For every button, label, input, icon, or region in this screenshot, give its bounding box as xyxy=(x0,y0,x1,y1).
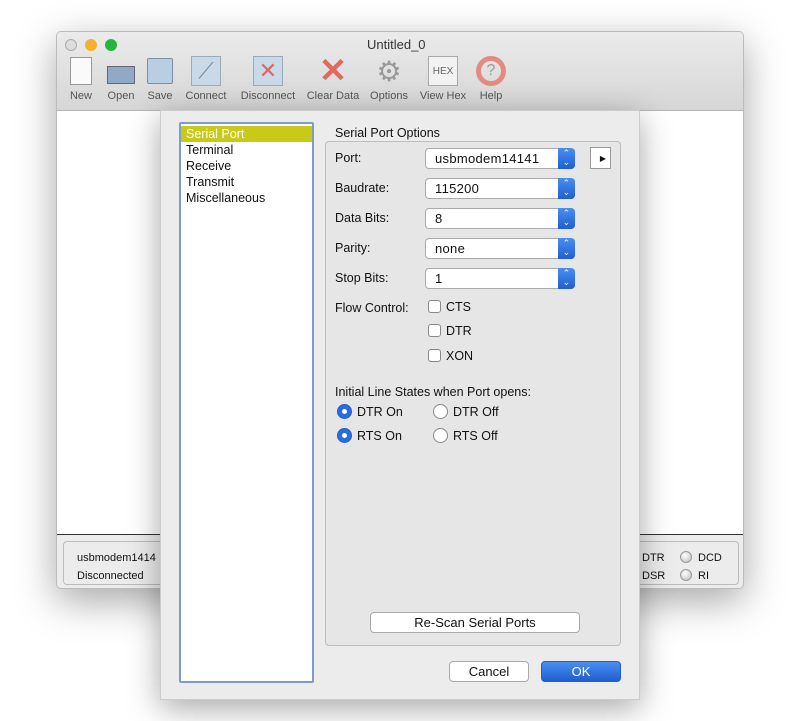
rescan-serial-ports-button[interactable]: Re-Scan Serial Ports xyxy=(370,612,580,633)
status-state: Disconnected xyxy=(77,570,144,582)
red-x-icon: ✕ xyxy=(318,52,348,90)
clear-data-label: Clear Data xyxy=(306,90,360,102)
stop-bits-select[interactable]: 1 ⌃ ⌄ xyxy=(425,268,575,289)
connect-label: Connect xyxy=(185,90,227,102)
data-bits-value: 8 xyxy=(435,211,443,226)
stop-bits-label: Stop Bits: xyxy=(335,271,389,285)
chevron-updown-icon: ⌃ ⌄ xyxy=(558,148,575,169)
save-disk-icon xyxy=(145,56,175,86)
chevron-updown-icon: ⌃ ⌄ xyxy=(558,178,575,199)
line-states-label: Initial Line States when Port opens: xyxy=(335,385,531,399)
dtr-on-label: DTR On xyxy=(357,405,403,419)
xon-checkbox[interactable]: XON xyxy=(428,349,473,363)
port-select[interactable]: usbmodem14141 ⌃ ⌄ xyxy=(425,148,575,169)
cts-checkbox[interactable]: CTS xyxy=(428,300,471,314)
help-button[interactable]: ? Help xyxy=(473,56,509,102)
category-list[interactable]: Serial Port Terminal Receive Transmit Mi… xyxy=(179,122,314,683)
category-miscellaneous[interactable]: Miscellaneous xyxy=(181,190,312,206)
category-serial-port[interactable]: Serial Port xyxy=(181,126,312,142)
dtr-off-label: DTR Off xyxy=(453,405,499,419)
dtr-checkbox[interactable]: DTR xyxy=(428,324,472,338)
radio-icon xyxy=(433,404,448,419)
open-button[interactable]: Open xyxy=(103,56,139,102)
stop-bits-value: 1 xyxy=(435,271,443,286)
rts-off-label: RTS Off xyxy=(453,429,498,443)
radio-icon xyxy=(433,428,448,443)
lifebuoy-icon: ? xyxy=(476,56,506,86)
options-dialog: Serial Port Terminal Receive Transmit Mi… xyxy=(160,110,640,700)
port-value: usbmodem14141 xyxy=(435,151,540,166)
dcd-indicator-label: DCD xyxy=(698,552,722,564)
parity-value: none xyxy=(435,241,466,256)
save-label: Save xyxy=(147,90,173,102)
gear-icon: ⚙ xyxy=(376,55,402,87)
port-info-button[interactable]: ▶ xyxy=(590,147,611,169)
unplug-icon: ✕ xyxy=(253,56,283,86)
view-hex-label: View Hex xyxy=(419,90,467,102)
clear-data-button[interactable]: ✕ Clear Data xyxy=(305,52,361,102)
baudrate-value: 115200 xyxy=(435,181,480,196)
options-button[interactable]: ⚙ Options xyxy=(367,55,411,103)
window-title: Untitled_0 xyxy=(367,37,426,52)
save-button[interactable]: Save xyxy=(144,56,176,102)
rts-off-radio[interactable]: RTS Off xyxy=(433,428,498,443)
category-receive[interactable]: Receive xyxy=(181,158,312,174)
chevron-updown-icon: ⌃ ⌄ xyxy=(558,208,575,229)
cancel-button[interactable]: Cancel xyxy=(449,661,529,682)
baudrate-label: Baudrate: xyxy=(335,181,390,195)
view-hex-button[interactable]: HEX View Hex xyxy=(417,56,469,102)
open-label: Open xyxy=(107,90,135,102)
flow-control-label: Flow Control: xyxy=(335,301,409,315)
category-transmit[interactable]: Transmit xyxy=(181,174,312,190)
chevron-updown-icon: ⌃ ⌄ xyxy=(558,238,575,259)
rts-on-radio[interactable]: RTS On xyxy=(337,428,402,443)
parity-label: Parity: xyxy=(335,241,371,255)
dcd-led-icon xyxy=(680,551,692,563)
cts-label: CTS xyxy=(446,300,471,314)
ri-indicator-label: RI xyxy=(698,570,709,582)
plug-icon: ⟋ xyxy=(191,56,221,86)
section-heading: Serial Port Options xyxy=(335,126,440,140)
dtr-indicator-label: DTR xyxy=(642,552,665,564)
checkbox-box[interactable] xyxy=(428,300,441,313)
radio-selected-icon xyxy=(337,404,352,419)
category-terminal[interactable]: Terminal xyxy=(181,142,312,158)
parity-select[interactable]: none ⌃ ⌄ xyxy=(425,238,575,259)
dtr-off-radio[interactable]: DTR Off xyxy=(433,404,499,419)
ok-button[interactable]: OK xyxy=(541,661,621,682)
disconnect-label: Disconnect xyxy=(240,90,296,102)
serial-port-options-group: Port: usbmodem14141 ⌃ ⌄ ▶ Baudrate: 115200… xyxy=(325,141,621,646)
data-bits-select[interactable]: 8 ⌃ ⌄ xyxy=(425,208,575,229)
checkbox-box[interactable] xyxy=(428,324,441,337)
new-button[interactable]: New xyxy=(65,56,97,102)
xon-label: XON xyxy=(446,349,474,363)
ri-led-icon xyxy=(680,569,692,581)
dsr-indicator-label: DSR xyxy=(642,570,666,582)
data-bits-label: Data Bits: xyxy=(335,211,390,225)
disconnect-button[interactable]: ✕ Disconnect xyxy=(237,56,299,102)
connect-button[interactable]: ⟋ Connect xyxy=(183,56,229,102)
dtr-on-radio[interactable]: DTR On xyxy=(337,404,403,419)
baudrate-select[interactable]: 115200 ⌃ ⌄ xyxy=(425,178,575,199)
port-label: Port: xyxy=(335,151,362,165)
help-label: Help xyxy=(479,90,503,102)
checkbox-box[interactable] xyxy=(428,349,441,362)
status-port: usbmodem1414 xyxy=(77,552,156,564)
rts-on-label: RTS On xyxy=(357,429,402,443)
open-folder-icon xyxy=(106,56,136,86)
hex-icon: HEX xyxy=(428,56,458,86)
new-document-icon xyxy=(66,56,96,86)
triangle-right-icon: ▶ xyxy=(599,154,607,163)
radio-selected-icon xyxy=(337,428,352,443)
options-label: Options xyxy=(370,90,408,102)
new-label: New xyxy=(69,90,92,102)
dtr-label: DTR xyxy=(446,324,472,338)
chevron-updown-icon: ⌃ ⌄ xyxy=(558,268,575,289)
title-bar: Untitled_0 New Open Save ⟋ Connect ✕ Disco… xyxy=(57,32,743,111)
